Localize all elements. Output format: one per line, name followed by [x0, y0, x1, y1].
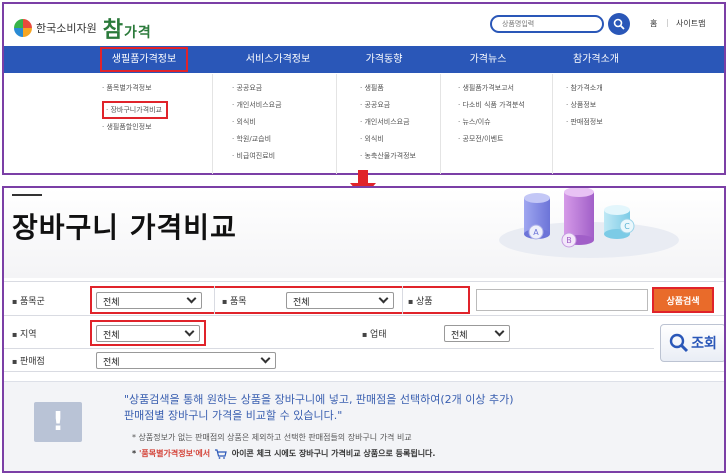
submenu-col-about: 참가격소개 상품정보 판매점정보 — [566, 80, 676, 131]
submenu-item[interactable]: 공공요금 — [232, 80, 342, 97]
submenu-item[interactable]: 개인서비스요금 — [232, 97, 342, 114]
submenu-item[interactable]: 공모전/이벤트 — [458, 131, 568, 148]
submenu-item[interactable]: 생필품 — [360, 80, 470, 97]
notice-note: * 상품정보가 없는 판매점의 상품은 제외하고 선택한 판매점들의 장바구니 … — [132, 433, 412, 442]
home-link[interactable]: 홈 — [650, 18, 657, 29]
hero-letter-b: B — [566, 236, 572, 245]
submenu-col-daily-goods: 품목별가격정보 장바구니가격비교 생필품할인정보 — [102, 80, 212, 136]
submenu-item[interactable]: 다소비 식품 가격분석 — [458, 97, 568, 114]
submenu-item[interactable]: 참가격소개 — [566, 80, 676, 97]
item-label: 품목 — [222, 294, 247, 307]
notice-note-cart: * '품목별가격정보'에서 아이콘 체크 시에도 장바구니 가격비교 상품으로 … — [132, 448, 436, 459]
submenu-item[interactable]: 뉴스/이슈 — [458, 114, 568, 131]
chevron-down-icon — [186, 293, 197, 304]
nav-item-about[interactable]: 참가격소개 — [556, 46, 636, 73]
search-icon — [613, 18, 625, 30]
item-select[interactable]: 전체 — [286, 292, 394, 309]
hero-letter-c: C — [624, 222, 630, 231]
header-search-input[interactable]: 상품명입력 — [490, 15, 604, 33]
chevron-down-icon — [494, 326, 505, 337]
chart-illustration-icon: A B C — [499, 188, 679, 258]
hero-letter-a: A — [533, 228, 539, 237]
submenu-col-service: 공공요금 개인서비스요금 외식비 학원/교습비 비급여진료비 — [232, 80, 342, 165]
notice-panel: ! "상품검색을 통해 원하는 상품을 장바구니에 넣고, 판매점을 선택하여(… — [4, 381, 724, 471]
field-divider — [214, 286, 215, 314]
nav-item-price-trends[interactable]: 가격동향 — [344, 46, 424, 73]
product-search-input[interactable] — [476, 289, 648, 311]
submenu-item[interactable]: 공공요금 — [360, 97, 470, 114]
cart-icon — [214, 448, 227, 459]
sitemap-link[interactable]: 사이트맵 — [676, 18, 705, 29]
org-name: 한국소비자원 — [36, 22, 97, 35]
region-label: 지역 — [12, 327, 37, 340]
submenu-item[interactable]: 품목별가격정보 — [102, 80, 212, 97]
filter-row-divider — [4, 315, 724, 316]
submenu-item[interactable]: 외식비 — [360, 131, 470, 148]
submenu-item[interactable]: 개인서비스요금 — [360, 114, 470, 131]
notice-main-text: "상품검색을 통해 원하는 상품을 장바구니에 넣고, 판매점을 선택하여(2개… — [124, 393, 514, 422]
top-menu-screenshot: 한국소비자원 참가격 상품명입력 홈 | 사이트맵 생필품가격정보 서비스가격정… — [2, 2, 726, 175]
submenu-item[interactable]: 생필품할인정보 — [102, 119, 212, 136]
title-accent-line — [12, 194, 42, 196]
header-search-button[interactable] — [608, 13, 630, 35]
chevron-down-icon — [260, 353, 271, 364]
submenu-item[interactable]: 상품정보 — [566, 97, 676, 114]
field-divider — [402, 286, 403, 314]
filter-row-divider — [4, 348, 654, 349]
store-label: 판매점 — [12, 354, 45, 367]
submenu-item[interactable]: 판매점정보 — [566, 114, 676, 131]
business-type-label: 업태 — [362, 327, 387, 340]
submenu-item[interactable]: 외식비 — [232, 114, 342, 131]
brand-logo: 참가격 — [102, 17, 152, 43]
filter-top-border — [4, 281, 724, 282]
region-select[interactable]: 전체 — [96, 325, 200, 342]
site-logo[interactable]: 한국소비자원 참가격 — [14, 12, 152, 44]
store-select[interactable]: 전체 — [96, 352, 276, 369]
submenu-item[interactable]: 생필품가격보고서 — [458, 80, 568, 97]
nav-item-service-prices[interactable]: 서비스가격정보 — [228, 46, 328, 73]
business-type-select[interactable]: 전체 — [444, 325, 510, 342]
nav-item-price-news[interactable]: 가격뉴스 — [448, 46, 528, 73]
chevron-down-icon — [378, 293, 389, 304]
product-label: 상품 — [408, 294, 433, 307]
submenu-col-trends: 생필품 공공요금 개인서비스요금 외식비 농축산물가격정보 — [360, 80, 470, 165]
main-nav: 생필품가격정보 서비스가격정보 가격동향 가격뉴스 참가격소개 — [4, 46, 724, 73]
product-search-button[interactable]: 상품검색 — [652, 287, 714, 313]
submenu-item[interactable]: 비급여진료비 — [232, 148, 342, 165]
exclamation-icon: ! — [34, 402, 82, 442]
submenu-item-cart-compare[interactable]: 장바구니가격비교 — [102, 101, 168, 119]
cart-compare-screenshot: 장바구니 가격비교 A B C 품목 — [2, 186, 726, 473]
menu-divider — [212, 74, 213, 174]
filter-bottom-border — [4, 371, 724, 372]
submenu-col-news: 생필품가격보고서 다소비 식품 가격분석 뉴스/이슈 공모전/이벤트 — [458, 80, 568, 148]
search-icon — [669, 333, 689, 353]
page-title: 장바구니 가격비교 — [12, 211, 237, 244]
category-label: 품목군 — [12, 294, 45, 307]
nav-item-daily-goods[interactable]: 생필품가격정보 — [100, 47, 188, 72]
category-select[interactable]: 전체 — [96, 292, 202, 309]
chevron-down-icon — [184, 326, 195, 337]
submenu-item[interactable]: 학원/교습비 — [232, 131, 342, 148]
lookup-button[interactable]: 조회 — [660, 324, 724, 362]
page-hero: 장바구니 가격비교 A B C — [4, 188, 724, 278]
kca-logo-icon — [14, 19, 32, 37]
submenu-item[interactable]: 농축산물가격정보 — [360, 148, 470, 165]
util-divider: | — [666, 18, 669, 27]
